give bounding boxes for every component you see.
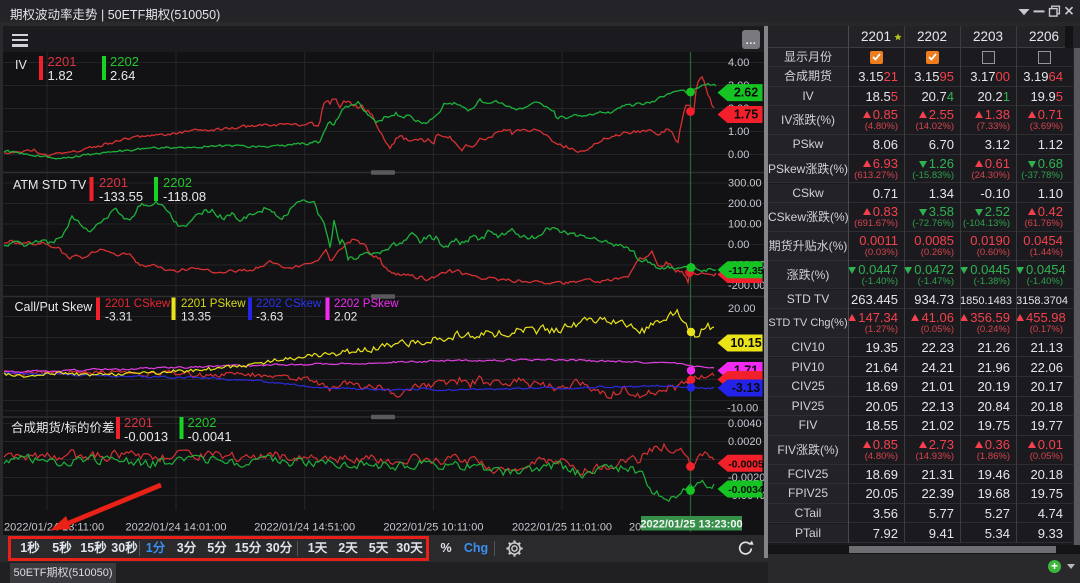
- svg-text:2201: 2201: [124, 415, 153, 430]
- svg-text:-117.35: -117.35: [728, 265, 763, 277]
- svg-text:2022/01/25 11:01:00: 2022/01/25 11:01:00: [512, 522, 612, 534]
- svg-text:IV: IV: [15, 58, 27, 72]
- svg-text:2022/01/24 14:51:00: 2022/01/24 14:51:00: [254, 522, 355, 534]
- svg-text:-3.13: -3.13: [732, 381, 761, 395]
- svg-text:合成期货/标的价差: 合成期货/标的价差: [11, 420, 114, 435]
- svg-text:200.00: 200.00: [728, 198, 762, 210]
- svg-text:-3.31: -3.31: [105, 310, 133, 324]
- svg-text:2202: 2202: [188, 415, 217, 430]
- svg-text:0.00: 0.00: [728, 149, 749, 161]
- svg-text:4.00: 4.00: [728, 57, 749, 69]
- svg-text:-10.00: -10.00: [727, 403, 758, 415]
- svg-text:0.00: 0.00: [728, 239, 749, 251]
- svg-text:2.02: 2.02: [334, 310, 358, 324]
- svg-text:1.82: 1.82: [48, 68, 73, 83]
- svg-text:2202: 2202: [110, 54, 139, 69]
- svg-text:300.00: 300.00: [728, 178, 762, 190]
- svg-text:-0.0041: -0.0041: [188, 429, 232, 444]
- svg-text:2022/01/24 13:11:00: 2022/01/24 13:11:00: [4, 522, 104, 534]
- svg-text:-3.63: -3.63: [256, 310, 284, 324]
- svg-text:2202 CSkew: 2202 CSkew: [256, 298, 322, 310]
- svg-text:2201: 2201: [99, 175, 128, 190]
- svg-text:100.00: 100.00: [728, 219, 762, 231]
- svg-text:2022/01/25 13:23:00: 2022/01/25 13:23:00: [640, 519, 742, 531]
- svg-text:2022/01/24 14:01:00: 2022/01/24 14:01:00: [126, 522, 227, 534]
- svg-text:2202: 2202: [163, 175, 192, 190]
- svg-text:2201: 2201: [48, 54, 77, 69]
- svg-text:-0.0005: -0.0005: [728, 458, 764, 470]
- svg-text:2.64: 2.64: [110, 68, 135, 83]
- svg-text:10.15: 10.15: [730, 336, 761, 350]
- svg-text:2022/01/25 10:11:00: 2022/01/25 10:11:00: [383, 522, 483, 534]
- svg-text:-0.0013: -0.0013: [124, 429, 168, 444]
- svg-text:ATM STD TV: ATM STD TV: [13, 178, 87, 192]
- svg-text:2201 PSkew: 2201 PSkew: [181, 298, 246, 310]
- svg-text:-0.0034: -0.0034: [728, 484, 764, 496]
- svg-text:1.00: 1.00: [728, 126, 749, 138]
- svg-text:20.00: 20.00: [728, 303, 756, 315]
- svg-text:0.0020: 0.0020: [728, 436, 762, 448]
- svg-text:2201 CSkew: 2201 CSkew: [105, 298, 171, 310]
- svg-text:13.35: 13.35: [181, 310, 211, 324]
- svg-text:-133.55: -133.55: [99, 189, 143, 204]
- svg-text:1.75: 1.75: [734, 108, 758, 122]
- svg-text:2202 PSkew: 2202 PSkew: [334, 298, 399, 310]
- svg-text:0.0040: 0.0040: [728, 418, 762, 430]
- svg-text:2.62: 2.62: [734, 86, 758, 100]
- svg-text:-118.08: -118.08: [163, 189, 206, 204]
- svg-text:Call/Put Skew: Call/Put Skew: [15, 300, 94, 314]
